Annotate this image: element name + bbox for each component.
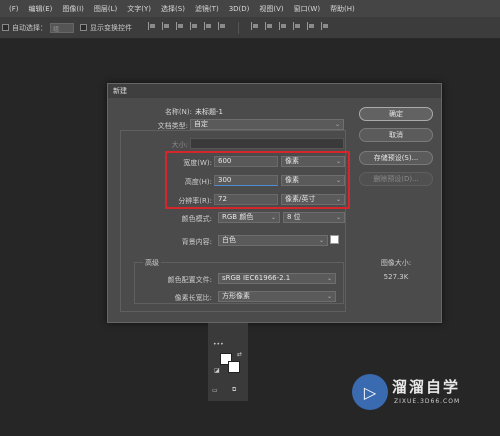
preset-dropdown[interactable]: 自定 ⌄ <box>190 119 344 130</box>
menu-3d[interactable]: 3D(D) <box>224 5 255 13</box>
tool-panel: ••• ⇄ ◪ ▭ ⧉ <box>208 323 248 401</box>
swap-colors-icon[interactable]: ⇄ <box>237 351 242 358</box>
bit-depth-dropdown[interactable]: 8 位 ⌄ <box>283 212 345 223</box>
default-colors-icon[interactable]: ◪ <box>214 367 220 374</box>
image-size-label: 图像大小: <box>380 259 412 267</box>
menu-layer[interactable]: 图层(L) <box>89 4 122 14</box>
distribute-top-icon[interactable] <box>251 21 259 30</box>
menu-file[interactable]: (F) <box>4 5 24 13</box>
cancel-button[interactable]: 取消 <box>359 128 433 142</box>
align-top-icon[interactable] <box>148 21 156 30</box>
menu-window[interactable]: 窗口(W) <box>289 4 325 14</box>
align-vcenter-icon[interactable] <box>162 21 170 30</box>
watermark-name: 溜溜自学 <box>392 378 461 396</box>
align-hcenter-icon[interactable] <box>204 21 212 30</box>
background-dropdown[interactable]: 白色 ⌄ <box>218 235 328 246</box>
menu-filter[interactable]: 滤镜(T) <box>190 4 224 14</box>
chevron-down-icon: ⌄ <box>318 237 324 244</box>
menu-help[interactable]: 帮助(H) <box>325 4 360 14</box>
advanced-label: 高级 <box>143 258 161 268</box>
watermark: ▷ 溜溜自学 ZIXUE.3D66.COM <box>352 372 492 416</box>
auto-select-label: 自动选择： <box>12 23 47 32</box>
align-right-icon[interactable] <box>218 21 226 30</box>
screen-mode-icon[interactable]: ⧉ <box>232 386 236 394</box>
align-bottom-icon[interactable] <box>176 21 184 30</box>
image-size-value: 527.3K <box>383 273 409 281</box>
menu-edit[interactable]: 编辑(E) <box>24 4 58 14</box>
save-preset-button[interactable]: 存储预设(S)... <box>359 151 433 165</box>
chevron-down-icon: ⌄ <box>326 275 332 282</box>
menu-bar: (F) 编辑(E) 图像(I) 图层(L) 文字(Y) 选择(S) 滤镜(T) … <box>0 0 500 17</box>
auto-select-dropdown[interactable]: 组 <box>50 22 74 33</box>
distribute-hcenter-icon[interactable] <box>307 21 315 30</box>
pixel-aspect-dropdown[interactable]: 方形像素 ⌄ <box>218 291 336 302</box>
distribute-vcenter-icon[interactable] <box>265 21 273 30</box>
chevron-down-icon: ⌄ <box>270 214 276 221</box>
show-transform-label: 显示变换控件 <box>90 23 132 32</box>
quick-mask-icon[interactable]: ▭ <box>212 387 218 394</box>
size-label: 大小: <box>171 141 188 149</box>
chevron-down-icon: ⌄ <box>335 214 341 221</box>
distribute-right-icon[interactable] <box>321 21 329 30</box>
menu-type[interactable]: 文字(Y) <box>122 4 156 14</box>
dialog-title: 新建 <box>108 84 441 98</box>
align-left-icon[interactable] <box>190 21 198 30</box>
auto-select-checkbox[interactable] <box>2 24 9 31</box>
name-label: 名称(N): <box>164 108 192 116</box>
delete-preset-button: 删除预设(D)... <box>359 172 433 186</box>
pixel-aspect-label: 像素长宽比: <box>174 294 212 302</box>
name-value[interactable]: 未标题-1 <box>195 107 223 117</box>
watermark-url: ZIXUE.3D66.COM <box>394 398 461 405</box>
background-color-swatch-tool[interactable] <box>228 361 240 373</box>
menu-image[interactable]: 图像(I) <box>57 4 89 14</box>
menu-select[interactable]: 选择(S) <box>156 4 190 14</box>
size-dropdown <box>190 138 344 149</box>
ok-button[interactable]: 确定 <box>359 107 433 121</box>
preset-label: 文档类型: <box>157 122 188 130</box>
distribute-left-icon[interactable] <box>293 21 301 30</box>
play-logo-icon: ▷ <box>352 374 388 410</box>
color-mode-dropdown[interactable]: RGB 颜色 ⌄ <box>218 212 280 223</box>
color-profile-dropdown[interactable]: sRGB IEC61966-2.1 ⌄ <box>218 273 336 284</box>
show-transform-checkbox[interactable] <box>80 24 87 31</box>
color-mode-label: 颜色模式: <box>181 215 212 223</box>
color-profile-label: 颜色配置文件: <box>167 276 212 284</box>
background-color-swatch[interactable] <box>330 235 339 244</box>
distribute-bottom-icon[interactable] <box>279 21 287 30</box>
options-bar: 自动选择： 组 显示变换控件 <box>0 17 500 39</box>
more-tools-icon[interactable]: ••• <box>213 341 224 348</box>
align-buttons <box>148 21 329 34</box>
chevron-down-icon: ⌄ <box>334 121 340 128</box>
menu-view[interactable]: 视图(V) <box>254 4 288 14</box>
background-label: 背景内容: <box>181 238 212 246</box>
highlight-box <box>165 151 350 209</box>
chevron-down-icon: ⌄ <box>326 293 332 300</box>
divider <box>238 21 239 34</box>
